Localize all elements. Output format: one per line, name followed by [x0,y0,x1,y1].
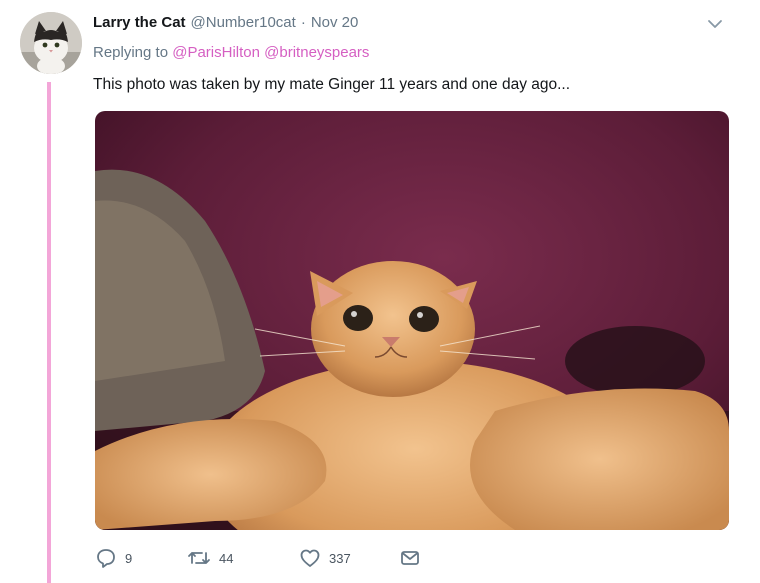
like-button[interactable]: 337 [299,546,351,570]
tweet-actions: 9 44 337 [95,546,435,570]
retweet-button[interactable]: 44 [187,546,233,570]
direct-message-button[interactable] [399,546,421,570]
cat-selfie-image [95,111,729,530]
chevron-down-icon[interactable] [704,15,726,33]
avatar[interactable] [20,12,82,74]
tweet-photo[interactable] [95,111,729,530]
separator-dot: · [300,14,306,31]
author-name[interactable]: Larry the Cat [93,14,186,31]
thread-line [47,82,51,583]
author-handle[interactable]: @Number10cat [191,14,296,31]
tweet-header: Larry the Cat @Number10cat · Nov 20 [93,14,358,36]
direct-message-icon [399,547,421,569]
tweet-date[interactable]: Nov 20 [311,14,359,31]
reply-button[interactable]: 9 [95,546,132,570]
like-count: 337 [329,550,351,566]
tweet-text: This photo was taken by my mate Ginger 1… [93,76,571,93]
retweet-icon [187,547,211,569]
replying-to: Replying to @ParisHilton @britneyspears [93,44,369,61]
retweet-count: 44 [219,550,234,566]
reply-count: 9 [125,550,133,566]
replying-prefix: Replying to [93,44,173,61]
tweet[interactable]: Larry the Cat @Number10cat · Nov 20 Repl… [0,0,760,583]
like-icon [299,547,321,569]
reply-icon [95,547,117,569]
mention-britneyspears[interactable]: @britneyspears [264,44,369,61]
mention-parishilton[interactable]: @ParisHilton [172,44,260,61]
